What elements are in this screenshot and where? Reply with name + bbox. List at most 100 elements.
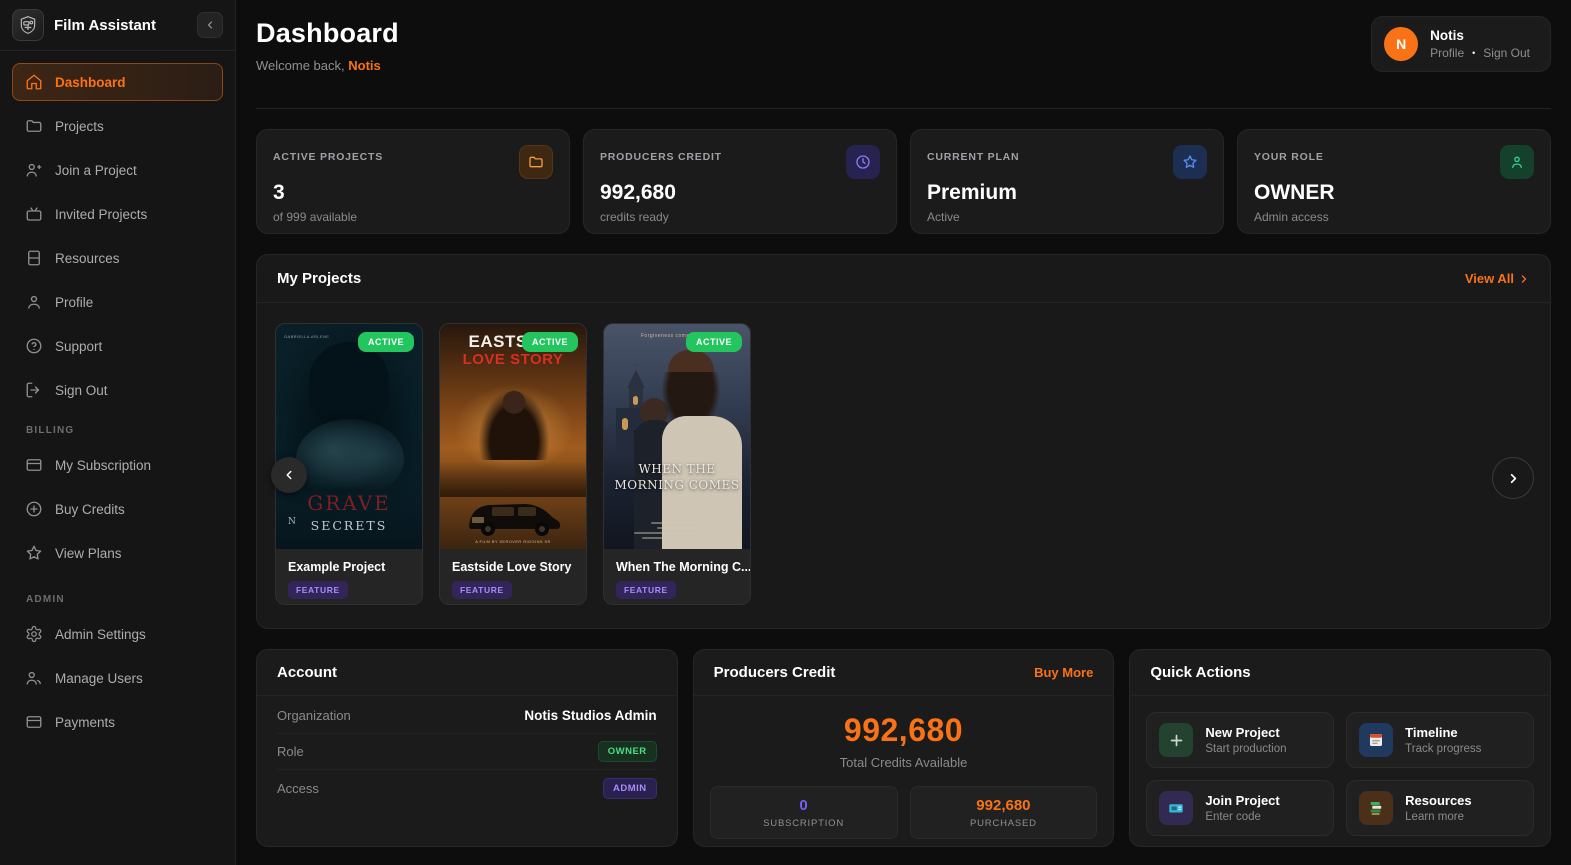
type-badge: FEATURE xyxy=(616,581,676,599)
poster-silhouette xyxy=(309,342,389,412)
buy-more-link[interactable]: Buy More xyxy=(1034,665,1093,680)
sidebar-item-view-plans[interactable]: View Plans xyxy=(12,534,223,572)
poster-figures xyxy=(296,419,404,499)
poster-when-the-morning-comes: ACTIVE Forgiveness comes at a co WHEN TH… xyxy=(604,324,750,549)
user-name: Notis xyxy=(1430,28,1464,43)
purchased-credits-value: 992,680 xyxy=(976,797,1031,814)
status-badge: ACTIVE xyxy=(357,332,414,352)
credit-card-icon xyxy=(25,713,43,731)
sign-out-link[interactable]: Sign Out xyxy=(1483,46,1530,60)
stat-value: OWNER xyxy=(1254,181,1335,204)
purchased-credits-box: 992,680 PURCHASED xyxy=(909,786,1098,839)
sidebar-item-admin-settings[interactable]: Admin Settings xyxy=(12,615,223,653)
gear-icon xyxy=(25,625,43,643)
folder-icon xyxy=(25,117,43,135)
sidebar-item-sign-out[interactable]: Sign Out xyxy=(12,371,223,409)
chevron-left-icon xyxy=(286,470,292,480)
carousel-next-button[interactable] xyxy=(1492,457,1534,499)
sidebar-nav: Dashboard Projects Join a Project Invite… xyxy=(0,51,235,747)
organization-value: Notis Studios Admin xyxy=(524,708,657,723)
panel-title: Producers Credit xyxy=(713,664,836,681)
tv-icon xyxy=(25,205,43,223)
profile-link[interactable]: Profile xyxy=(1430,46,1464,60)
folder-icon xyxy=(519,145,553,179)
sidebar-item-label: Projects xyxy=(55,118,104,134)
sidebar-item-dashboard[interactable]: Dashboard xyxy=(12,63,223,101)
sidebar-item-manage-users[interactable]: Manage Users xyxy=(12,659,223,697)
welcome-username: Notis xyxy=(348,58,381,73)
sidebar-item-profile[interactable]: Profile xyxy=(12,283,223,321)
sidebar-item-label: Manage Users xyxy=(55,670,143,686)
page-title: Dashboard xyxy=(256,18,399,48)
plus-circle-icon xyxy=(25,500,43,518)
page-header: Dashboard Welcome back, Notis N Notis Pr… xyxy=(256,16,1551,96)
stat-label: PRODUCERS CREDIT xyxy=(600,151,722,163)
users-icon xyxy=(25,669,43,687)
subscription-credits-box: 0 SUBSCRIPTION xyxy=(709,786,898,839)
carousel-prev-button[interactable] xyxy=(271,457,307,493)
role-badge: OWNER xyxy=(597,741,657,762)
sidebar-item-invited-projects[interactable]: Invited Projects xyxy=(12,195,223,233)
admin-section-label: ADMIN xyxy=(26,594,65,605)
chevron-right-icon xyxy=(1510,473,1516,483)
sidebar-item-payments[interactable]: Payments xyxy=(12,703,223,741)
sidebar-item-label: Sign Out xyxy=(55,382,108,398)
stat-card-active-projects: ACTIVE PROJECTS 3 of 999 available xyxy=(256,129,570,234)
stat-sub: of 999 available xyxy=(273,210,358,224)
sidebar-item-support[interactable]: Support xyxy=(12,327,223,365)
view-all-link[interactable]: View All xyxy=(1465,271,1530,286)
stat-label: ACTIVE PROJECTS xyxy=(273,151,384,163)
calendar-icon xyxy=(1359,723,1394,757)
access-badge: ADMIN xyxy=(603,777,657,799)
avatar[interactable]: N xyxy=(1384,27,1419,61)
sidebar-item-join-a-project[interactable]: Join a Project xyxy=(12,151,223,189)
quick-action-timeline[interactable]: Timeline Track progress xyxy=(1346,712,1534,768)
sidebar-collapse-button[interactable] xyxy=(197,12,223,38)
stat-card-producers-credit: PRODUCERS CREDIT 992,680 credits ready xyxy=(583,129,897,234)
sidebar: Film Assistant Dashboard Projects Join a… xyxy=(0,0,236,865)
projects-carousel: ACTIVE GABRIELLA ARLENE KALAYONI WILSON … xyxy=(257,303,1550,625)
section-title: My Projects xyxy=(277,270,362,287)
panel-title: Quick Actions xyxy=(1150,664,1251,681)
sidebar-item-label: My Subscription xyxy=(55,457,152,473)
stat-card-current-plan: CURRENT PLAN Premium Active xyxy=(910,129,1224,234)
poster-figures xyxy=(476,386,552,460)
books-icon xyxy=(1359,791,1394,825)
project-title: When The Morning C... xyxy=(616,560,751,574)
sidebar-item-label: Admin Settings xyxy=(55,626,146,642)
sidebar-item-label: Buy Credits xyxy=(55,501,125,517)
quick-action-new-project[interactable]: New Project Start production xyxy=(1146,712,1335,768)
total-credits-caption: Total Credits Available xyxy=(839,755,968,770)
sidebar-item-label: Invited Projects xyxy=(55,206,148,222)
person-icon xyxy=(1500,145,1534,179)
poster-grave-secrets: ACTIVE GABRIELLA ARLENE KALAYONI WILSON … xyxy=(276,324,422,549)
user-chip[interactable]: N Notis Profile • Sign Out xyxy=(1371,16,1551,72)
stats-row: ACTIVE PROJECTS 3 of 999 available PRODU… xyxy=(256,129,1551,234)
project-card-when-the-morning-comes[interactable]: ACTIVE Forgiveness comes at a co WHEN TH… xyxy=(603,323,751,605)
ticket-icon xyxy=(1159,791,1194,825)
project-card-eastside-love-story[interactable]: ACTIVE EASTSIDE LOVE STORY A FILM BY SER… xyxy=(439,323,587,605)
sidebar-item-projects[interactable]: Projects xyxy=(12,107,223,145)
book-icon xyxy=(25,249,43,267)
sidebar-item-label: Join a Project xyxy=(55,162,137,178)
stat-value: 992,680 xyxy=(600,181,676,204)
sidebar-item-label: Profile xyxy=(55,294,94,310)
chevron-right-icon xyxy=(1521,274,1527,283)
user-icon xyxy=(25,293,43,311)
credit-card-icon xyxy=(25,456,43,474)
sidebar-item-resources[interactable]: Resources xyxy=(12,239,223,277)
subscription-credits-value: 0 xyxy=(799,797,808,814)
sidebar-item-label: Support xyxy=(55,338,103,354)
log-out-icon xyxy=(25,381,43,399)
chevron-left-icon xyxy=(207,21,213,29)
sidebar-item-label: Payments xyxy=(55,714,116,730)
quick-action-resources[interactable]: Resources Learn more xyxy=(1346,780,1534,836)
star-icon xyxy=(25,544,43,562)
stat-value: 3 xyxy=(273,181,285,204)
sidebar-item-my-subscription[interactable]: My Subscription xyxy=(12,446,223,484)
stat-card-your-role: YOUR ROLE OWNER Admin access xyxy=(1237,129,1551,234)
sidebar-item-buy-credits[interactable]: Buy Credits xyxy=(12,490,223,528)
poster-credits-block xyxy=(604,522,750,539)
account-panel: Account Organization Notis Studios Admin… xyxy=(256,649,678,847)
quick-action-join-project[interactable]: Join Project Enter code xyxy=(1146,780,1335,836)
